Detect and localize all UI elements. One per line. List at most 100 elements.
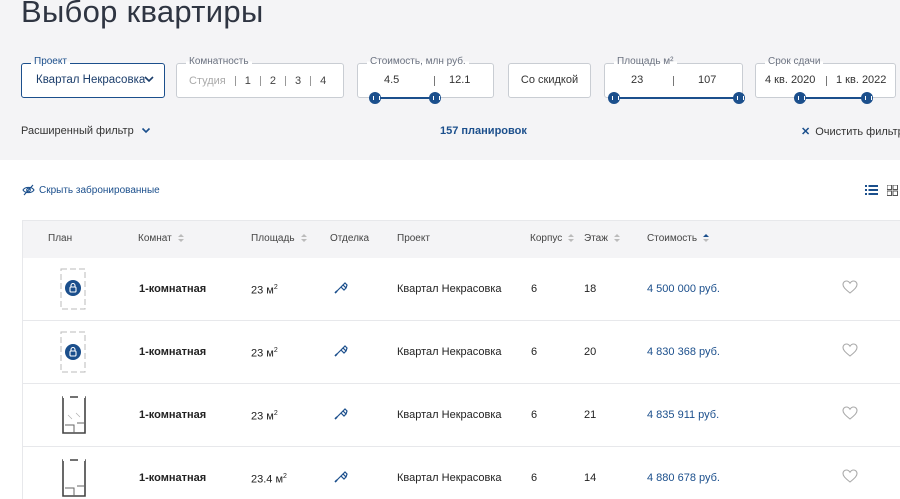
plan-thumbnail[interactable]: [60, 458, 88, 498]
clear-filter-button[interactable]: ✕ Очистить фильтр: [801, 125, 900, 138]
divider: [434, 76, 435, 86]
heart-icon[interactable]: [842, 280, 858, 294]
heart-icon[interactable]: [842, 343, 858, 357]
heart-icon[interactable]: [842, 469, 858, 483]
column-korpus-label: Корпус: [530, 233, 563, 244]
price-label: Стоимость, млн руб.: [367, 56, 469, 67]
column-floor-label: Этаж: [584, 233, 608, 244]
rooms-option-2[interactable]: 2: [270, 75, 276, 87]
sort-icon: [300, 234, 307, 242]
price-min-value[interactable]: 4.5: [384, 74, 399, 86]
floor-value: 20: [584, 346, 597, 358]
table-row[interactable]: 1-комнатная 23 м2 Квартал Некрасовка 6 1…: [23, 258, 900, 321]
column-project: Проект: [397, 233, 430, 244]
rooms-option-studio[interactable]: Студия: [189, 75, 226, 87]
price-value: 4 835 911 руб.: [647, 409, 720, 421]
column-price-label: Стоимость: [647, 233, 698, 244]
area-value: 23 м2: [251, 284, 278, 297]
column-korpus[interactable]: Корпус: [530, 233, 575, 244]
project-value: Квартал Некрасовка: [397, 346, 502, 358]
price-slider-track: [375, 97, 435, 99]
column-plan: План: [48, 233, 73, 244]
area-max-handle[interactable]: [733, 92, 745, 104]
column-finish: Отделка: [330, 233, 370, 244]
area-max-value[interactable]: 107: [698, 74, 716, 86]
sort-icon: [177, 234, 184, 242]
price-value: 4 830 368 руб.: [647, 346, 720, 358]
divider: [285, 76, 287, 86]
deadline-range-filter: Срок сдачи 4 кв. 2020 1 кв. 2022: [755, 56, 896, 104]
chevron-down-icon: [141, 127, 150, 134]
floor-value: 14: [584, 472, 597, 484]
chevron-down-icon: [144, 76, 154, 83]
deadline-max-handle[interactable]: [861, 92, 873, 104]
area-slider-track: [614, 97, 740, 99]
advanced-filter-toggle[interactable]: Расширенный фильтр: [21, 125, 151, 137]
project-select[interactable]: Проект Квартал Некрасовка: [21, 56, 165, 98]
hide-reserved-label: Скрыть забронированные: [39, 185, 160, 196]
sort-ascending-icon: [703, 234, 710, 242]
area-label: Площадь м²: [614, 56, 677, 67]
area-range-filter: Площадь м² 23 107: [604, 56, 745, 104]
column-price[interactable]: Стоимость: [647, 233, 710, 244]
table-row[interactable]: 1-комнатная 23.4 м2 Квартал Некрасовка 6…: [23, 447, 900, 499]
area-value: 23 м2: [251, 347, 278, 360]
finish-brush-icon: [334, 345, 348, 357]
plan-thumbnail[interactable]: [60, 395, 88, 435]
korpus-value: 6: [531, 472, 538, 484]
deadline-max-value[interactable]: 1 кв. 2022: [836, 74, 886, 86]
price-value: 4 880 678 руб.: [647, 472, 720, 484]
hide-reserved-toggle[interactable]: Скрыть забронированные: [22, 184, 160, 196]
area-min-handle[interactable]: [608, 92, 620, 104]
price-range-filter: Стоимость, млн руб. 4.5 12.1: [357, 56, 494, 104]
apartments-table: План Комнат Площадь Отделка Проект Корпу…: [22, 220, 900, 499]
discount-toggle-button[interactable]: Со скидкой: [508, 63, 591, 98]
project-value: Квартал Некрасовка: [397, 472, 502, 484]
clear-filter-label: Очистить фильтр: [815, 126, 900, 138]
deadline-min-value[interactable]: 4 кв. 2020: [765, 74, 815, 86]
rooms-value: 1-комнатная: [139, 409, 207, 421]
sort-icon: [568, 234, 575, 242]
area-value: 23 м2: [251, 410, 278, 423]
column-rooms[interactable]: Комнат: [138, 233, 185, 244]
divider: [234, 76, 236, 86]
finish-brush-icon: [334, 282, 348, 294]
list-view-icon[interactable]: [865, 185, 878, 195]
column-area[interactable]: Площадь: [251, 233, 308, 244]
rooms-filter: Комнатность Студия 1 2 3 4: [176, 56, 344, 98]
column-floor[interactable]: Этаж: [584, 233, 621, 244]
price-max-handle[interactable]: [429, 92, 441, 104]
grid-view-icon[interactable]: [887, 185, 898, 196]
finish-brush-icon: [334, 471, 348, 483]
advanced-filter-label: Расширенный фильтр: [21, 125, 134, 137]
table-row[interactable]: 1-комнатная 23 м2 Квартал Некрасовка 6 2…: [23, 321, 900, 384]
rooms-option-4[interactable]: 4: [320, 75, 326, 87]
heart-icon[interactable]: [842, 406, 858, 420]
floor-value: 21: [584, 409, 597, 421]
rooms-option-1[interactable]: 1: [245, 75, 251, 87]
column-area-label: Площадь: [251, 233, 295, 244]
divider: [310, 76, 312, 86]
rooms-option-3[interactable]: 3: [295, 75, 301, 87]
project-value: Квартал Некрасовка: [36, 74, 146, 86]
rooms-value: 1-комнатная: [139, 472, 207, 484]
table-header: План Комнат Площадь Отделка Проект Корпу…: [23, 221, 900, 258]
filter-panel: Выбор квартиры Проект Квартал Некрасовка…: [0, 0, 900, 160]
results-count: 157 планировок: [440, 125, 527, 137]
price-min-handle[interactable]: [369, 92, 381, 104]
divider: [826, 76, 827, 86]
deadline-label: Срок сдачи: [765, 56, 824, 67]
rooms-value: 1-комнатная: [139, 283, 207, 295]
rooms-value: 1-комнатная: [139, 346, 207, 358]
close-icon: ✕: [801, 126, 811, 138]
plan-thumbnail[interactable]: [60, 331, 86, 373]
column-rooms-label: Комнат: [138, 233, 172, 244]
area-min-value[interactable]: 23: [631, 74, 643, 86]
plan-thumbnail[interactable]: [60, 268, 86, 310]
korpus-value: 6: [531, 283, 538, 295]
deadline-min-handle[interactable]: [794, 92, 806, 104]
page-title: Выбор квартиры: [21, 0, 264, 29]
price-value: 4 500 000 руб.: [647, 283, 720, 295]
table-row[interactable]: 1-комнатная 23 м2 Квартал Некрасовка 6 2…: [23, 384, 900, 447]
price-max-value[interactable]: 12.1: [449, 74, 470, 86]
